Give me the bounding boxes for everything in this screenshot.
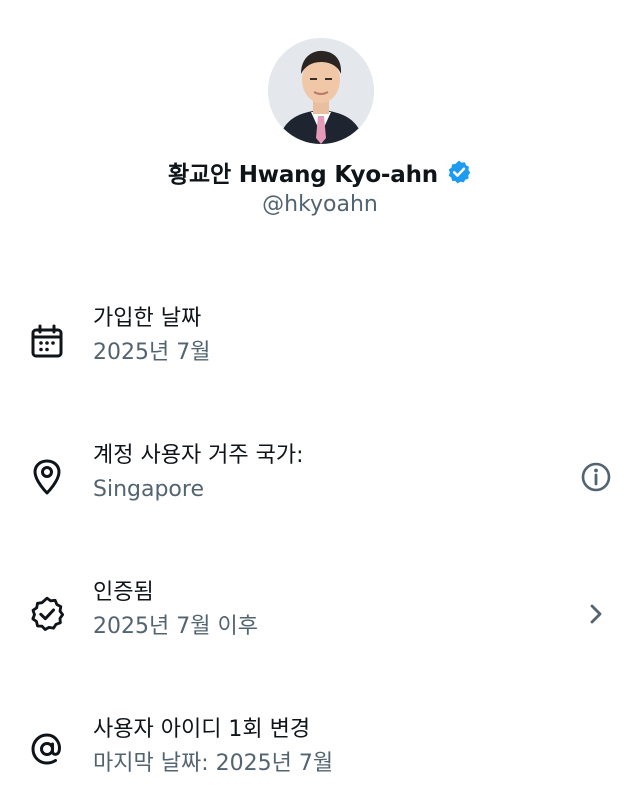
info-circle-icon[interactable]	[578, 459, 614, 495]
joined-date-label: 가입한 날짜	[93, 306, 202, 331]
verified-since-value: 2025년 7월 이후	[93, 614, 258, 639]
username-change-text: 사용자 아이디 1회 변경 마지막 날짜: 2025년 7월	[93, 715, 333, 780]
verified-since-row[interactable]: 인증됨 2025년 7월 이후	[0, 578, 640, 668]
verified-check-icon	[27, 594, 67, 634]
joined-date-text: 가입한 날짜 2025년 7월	[93, 304, 210, 369]
chevron-right-icon[interactable]	[578, 596, 614, 632]
verified-since-text: 인증됨 2025년 7월 이후	[93, 578, 258, 643]
username-change-value: 마지막 날짜: 2025년 7월	[93, 751, 334, 776]
joined-date-value: 2025년 7월	[93, 340, 211, 365]
display-name: 황교안 Hwang Kyo-ahn	[168, 162, 438, 188]
at-sign-icon	[27, 729, 67, 769]
account-country-label: 계정 사용자 거주 국가:	[93, 443, 304, 468]
username-change-label: 사용자 아이디 1회 변경	[93, 717, 311, 742]
display-name-row: 황교안 Hwang Kyo-ahn	[0, 154, 640, 190]
account-country-value: Singapore	[93, 477, 204, 502]
username-change-row: 사용자 아이디 1회 변경 마지막 날짜: 2025년 7월	[0, 715, 640, 805]
username-handle: @hkyoahn	[262, 192, 378, 217]
verified-badge-icon[interactable]	[446, 159, 472, 185]
location-pin-icon	[27, 457, 67, 497]
account-country-row: 계정 사용자 거주 국가: Singapore	[0, 441, 640, 531]
avatar-image	[268, 38, 374, 144]
account-country-text: 계정 사용자 거주 국가: Singapore	[93, 441, 304, 506]
verified-since-label: 인증됨	[93, 580, 154, 605]
calendar-icon	[27, 322, 67, 362]
joined-date-row: 가입한 날짜 2025년 7월	[0, 304, 640, 394]
avatar[interactable]	[268, 38, 374, 144]
